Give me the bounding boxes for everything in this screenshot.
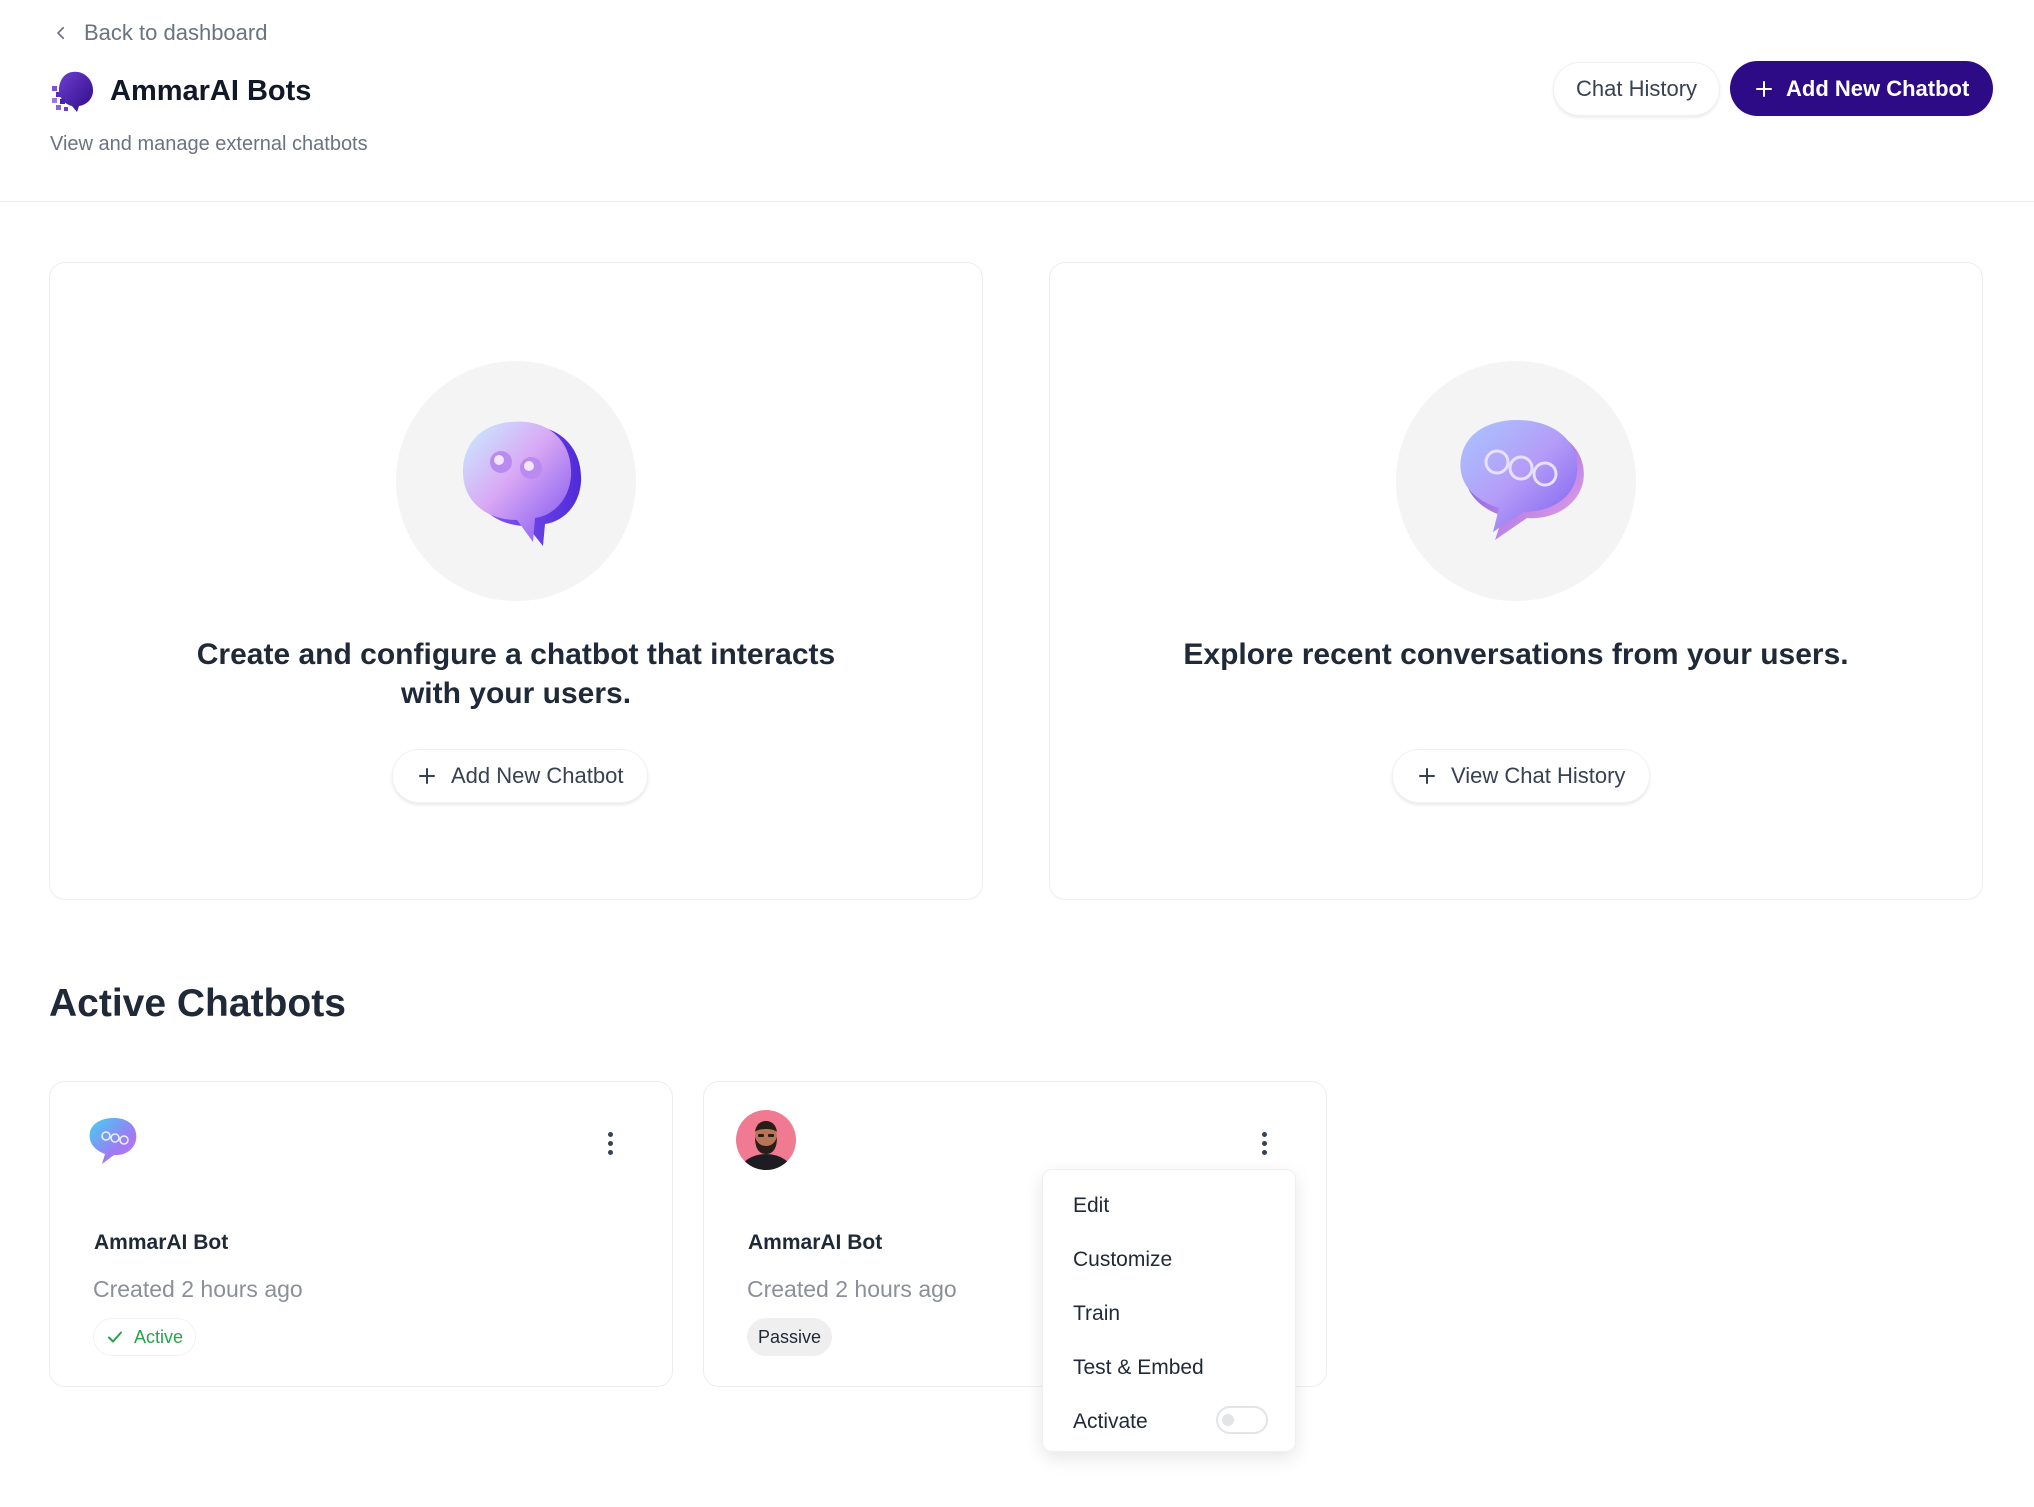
menu-item-test-embed[interactable]: Test & Embed (1073, 1356, 1204, 1380)
chat-bubble-dots-icon (463, 421, 582, 546)
chatbot-created: Created 2 hours ago (93, 1276, 303, 1302)
chat-bubble-ellipsis-icon (1460, 420, 1584, 540)
menu-item-activate[interactable]: Activate (1073, 1410, 1148, 1434)
ammarai-logo-icon (52, 71, 94, 112)
add-new-chatbot-button[interactable]: Add New Chatbot (1730, 61, 1994, 116)
status-badge: Active (93, 1318, 197, 1356)
add-new-chatbot-card-label: Add New Chatbot (451, 763, 624, 788)
status-badge: Passive (747, 1318, 833, 1356)
plus-icon (1756, 80, 1772, 97)
view-chat-history-label: View Chat History (1451, 763, 1626, 788)
chat-bubble-avatar-icon (89, 1118, 137, 1164)
view-chat-history-button[interactable]: View Chat History (1392, 749, 1651, 803)
add-new-chatbot-card-button[interactable]: Add New Chatbot (392, 749, 649, 803)
chatbot-options-menu: Edit Customize Train Test & Embed Activa… (1042, 1169, 1296, 1452)
back-to-dashboard-link[interactable]: Back to dashboard (52, 20, 267, 46)
chat-history-description: Explore recent conversations from your u… (1183, 638, 1849, 671)
page-title: AmmarAI Bots (110, 74, 312, 107)
create-chatbot-card: Create and configure a chatbot that inte… (49, 262, 983, 900)
chatbot-card[interactable]: AmmarAI Bot Created 2 hours ago Active (49, 1081, 673, 1387)
create-chatbot-description: Create and configure a chatbot that inte… (196, 638, 836, 710)
menu-item-customize[interactable]: Customize (1073, 1248, 1172, 1272)
chatbot-name: AmmarAI Bot (748, 1231, 883, 1254)
page-header: Back to dashboard AmmarAI Bots View and … (0, 0, 2034, 202)
menu-item-train[interactable]: Train (1073, 1302, 1120, 1326)
toggle-knob (1222, 1414, 1234, 1426)
chat-history-button[interactable]: Chat History (1553, 62, 1721, 116)
back-link-label: Back to dashboard (84, 20, 268, 45)
chatbot-avatar (82, 1110, 142, 1170)
page-subtitle: View and manage external chatbots (50, 133, 368, 155)
check-icon (108, 1331, 122, 1343)
plus-icon (419, 768, 435, 784)
chat-history-button-label: Chat History (1576, 76, 1698, 101)
person-avatar-icon (736, 1110, 796, 1170)
chatbot-name: AmmarAI Bot (94, 1231, 229, 1254)
chevron-left-icon (57, 26, 65, 40)
more-options-icon[interactable] (1252, 1128, 1276, 1158)
chatbot-created: Created 2 hours ago (747, 1276, 957, 1302)
activate-toggle[interactable] (1216, 1406, 1268, 1434)
chat-history-card: Explore recent conversations from your u… (1049, 262, 1983, 900)
chatbot-avatar (736, 1110, 796, 1170)
status-badge-label: Active (134, 1326, 184, 1347)
add-new-chatbot-label: Add New Chatbot (1786, 75, 1970, 101)
menu-item-edit[interactable]: Edit (1073, 1194, 1109, 1218)
illustration-circle (1396, 361, 1636, 601)
brand: AmmarAI Bots (50, 66, 311, 116)
illustration-circle (396, 361, 636, 601)
plus-icon (1419, 768, 1435, 784)
active-chatbots-heading: Active Chatbots (49, 982, 346, 1025)
more-options-icon[interactable] (598, 1128, 622, 1158)
